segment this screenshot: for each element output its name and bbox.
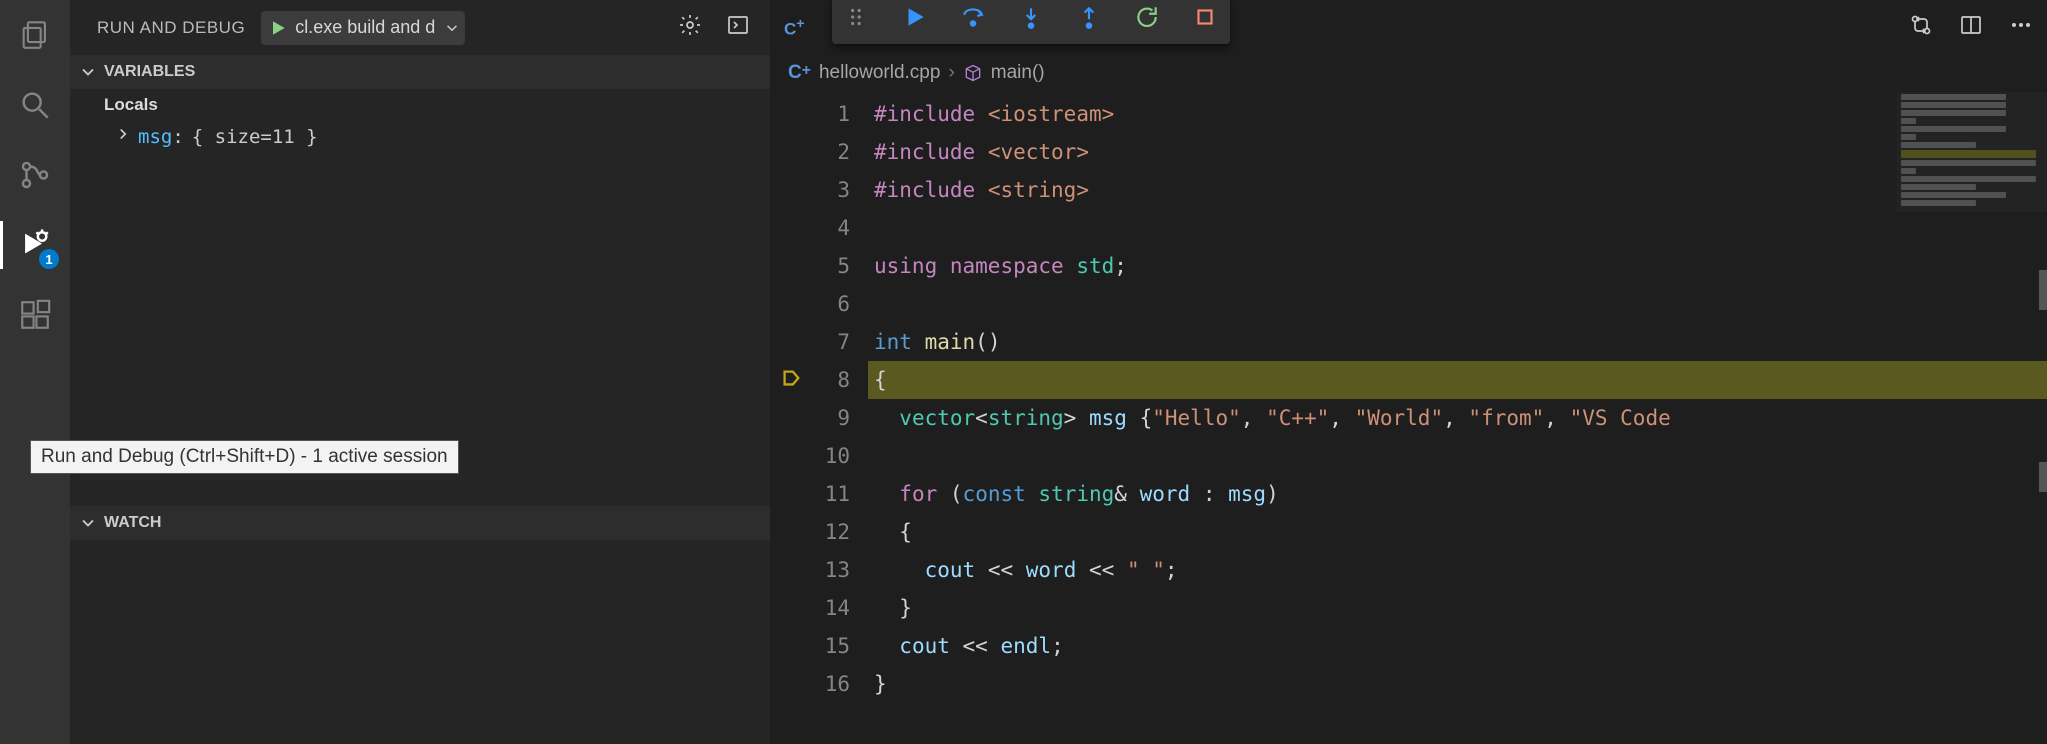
restart-icon[interactable] — [1134, 4, 1160, 35]
variable-row[interactable]: msg { size=11 } — [70, 121, 770, 152]
breadcrumb-symbol[interactable]: main() — [991, 62, 1045, 84]
debug-console-icon[interactable] — [726, 13, 750, 42]
split-editor-icon[interactable] — [1959, 13, 1983, 42]
config-name: cl.exe build and d — [295, 17, 439, 38]
chevron-right-icon — [114, 125, 132, 148]
explorer-icon[interactable] — [15, 15, 55, 55]
scrollbar-thumb[interactable] — [2039, 462, 2047, 492]
step-into-icon[interactable] — [1018, 4, 1044, 35]
minimap[interactable] — [1897, 92, 2047, 212]
execution-pointer-icon — [780, 367, 802, 394]
gutter — [770, 91, 812, 744]
extensions-icon[interactable] — [15, 295, 55, 335]
source-control-icon[interactable] — [15, 155, 55, 195]
drag-grip-icon[interactable] — [844, 4, 870, 35]
more-actions-icon[interactable] — [2009, 13, 2033, 42]
compare-changes-icon[interactable] — [1909, 13, 1933, 42]
symbol-method-icon — [963, 63, 983, 83]
scrollbar-thumb[interactable] — [2039, 270, 2047, 310]
step-over-icon[interactable] — [960, 4, 986, 35]
code-text[interactable]: #include <iostream>#include <vector>#inc… — [868, 91, 2047, 744]
debug-tooltip: Run and Debug (Ctrl+Shift+D) - 1 active … — [30, 440, 459, 474]
chevron-down-icon[interactable] — [439, 19, 465, 37]
variable-value: { size=11 } — [190, 126, 318, 148]
start-debug-icon[interactable] — [261, 18, 295, 38]
cpp-file-icon: C+ — [788, 62, 811, 84]
cpp-file-icon: C+ — [784, 16, 805, 40]
sidebar-title: RUN AND DEBUG — [82, 18, 251, 38]
line-numbers: 12345678910111213141516 — [812, 91, 868, 744]
watch-section-header[interactable]: WATCH — [70, 506, 770, 540]
debug-config-selector[interactable]: cl.exe build and d — [261, 11, 465, 45]
sidebar-header: RUN AND DEBUG cl.exe build and d — [70, 0, 770, 55]
scope-locals[interactable]: Locals — [70, 89, 770, 121]
search-icon[interactable] — [15, 85, 55, 125]
activity-bar: 1 — [0, 0, 70, 744]
breadcrumb[interactable]: C+ helloworld.cpp › main() — [770, 55, 2047, 91]
variable-name: msg — [138, 126, 184, 148]
debug-toolbar[interactable] — [832, 0, 1230, 44]
run-debug-sidebar: RUN AND DEBUG cl.exe build and d VARIABL… — [70, 0, 770, 744]
code-body[interactable]: 12345678910111213141516 #include <iostre… — [770, 91, 2047, 744]
gear-icon[interactable] — [678, 13, 702, 42]
stop-icon[interactable] — [1192, 4, 1218, 35]
editor-topbar: C+ — [770, 0, 2047, 55]
chevron-down-icon — [78, 513, 98, 533]
debug-session-badge: 1 — [39, 249, 59, 269]
run-debug-icon[interactable]: 1 — [15, 225, 55, 265]
variables-section-header[interactable]: VARIABLES — [70, 55, 770, 89]
chevron-right-icon: › — [948, 62, 954, 84]
breadcrumb-file[interactable]: helloworld.cpp — [819, 62, 940, 84]
editor-pane: C+ C+ helloworld.cpp › main() 1234567891… — [770, 0, 2047, 744]
continue-icon[interactable] — [902, 4, 928, 35]
step-out-icon[interactable] — [1076, 4, 1102, 35]
chevron-down-icon — [78, 62, 98, 82]
